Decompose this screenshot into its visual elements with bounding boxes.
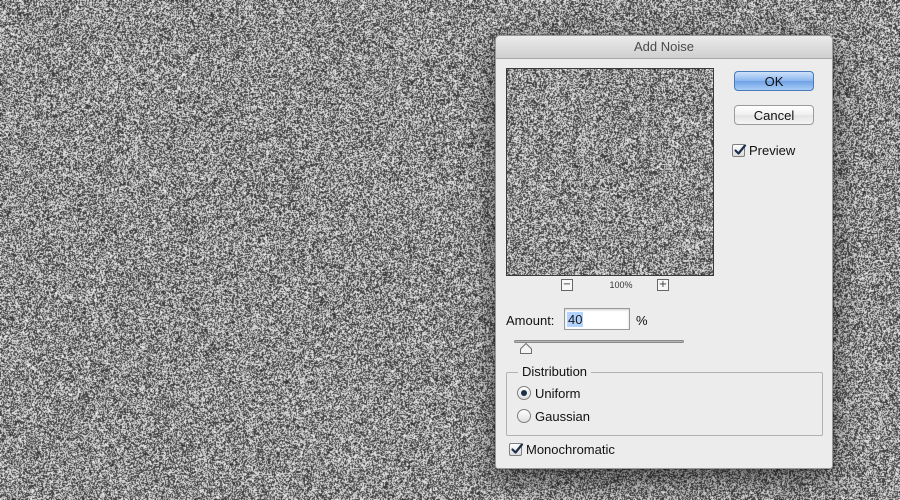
amount-label: Amount: bbox=[506, 313, 555, 328]
amount-slider-thumb[interactable] bbox=[519, 343, 532, 354]
amount-input[interactable]: 40 bbox=[564, 308, 630, 330]
checkmark-icon bbox=[734, 144, 747, 155]
amount-slider-track[interactable] bbox=[514, 340, 684, 343]
monochromatic-label: Monochromatic bbox=[526, 442, 615, 457]
dialog-title[interactable]: Add Noise bbox=[496, 36, 832, 59]
monochromatic-checkbox[interactable] bbox=[509, 443, 524, 456]
zoom-in-icon[interactable]: + bbox=[657, 279, 669, 291]
distribution-title: Distribution bbox=[518, 364, 592, 379]
preview-checkbox[interactable] bbox=[732, 144, 747, 157]
uniform-radio[interactable] bbox=[517, 386, 531, 400]
noise-preview[interactable] bbox=[506, 68, 714, 276]
add-noise-dialog: Add Noise − 100% + OK Cancel Preview Amo… bbox=[495, 35, 833, 469]
gaussian-radio[interactable] bbox=[517, 409, 531, 423]
uniform-label: Uniform bbox=[535, 386, 581, 401]
checkmark-icon bbox=[511, 443, 524, 454]
zoom-controls: − 100% + bbox=[506, 279, 714, 293]
distribution-group bbox=[506, 372, 823, 436]
ok-button[interactable]: OK bbox=[734, 71, 814, 91]
cancel-button[interactable]: Cancel bbox=[734, 105, 814, 125]
amount-value: 40 bbox=[567, 312, 584, 327]
zoom-level: 100% bbox=[609, 280, 633, 290]
amount-unit: % bbox=[636, 313, 648, 328]
preview-image[interactable] bbox=[507, 69, 713, 275]
gaussian-label: Gaussian bbox=[535, 409, 590, 424]
zoom-out-icon[interactable]: − bbox=[561, 279, 573, 291]
preview-label: Preview bbox=[749, 143, 796, 158]
